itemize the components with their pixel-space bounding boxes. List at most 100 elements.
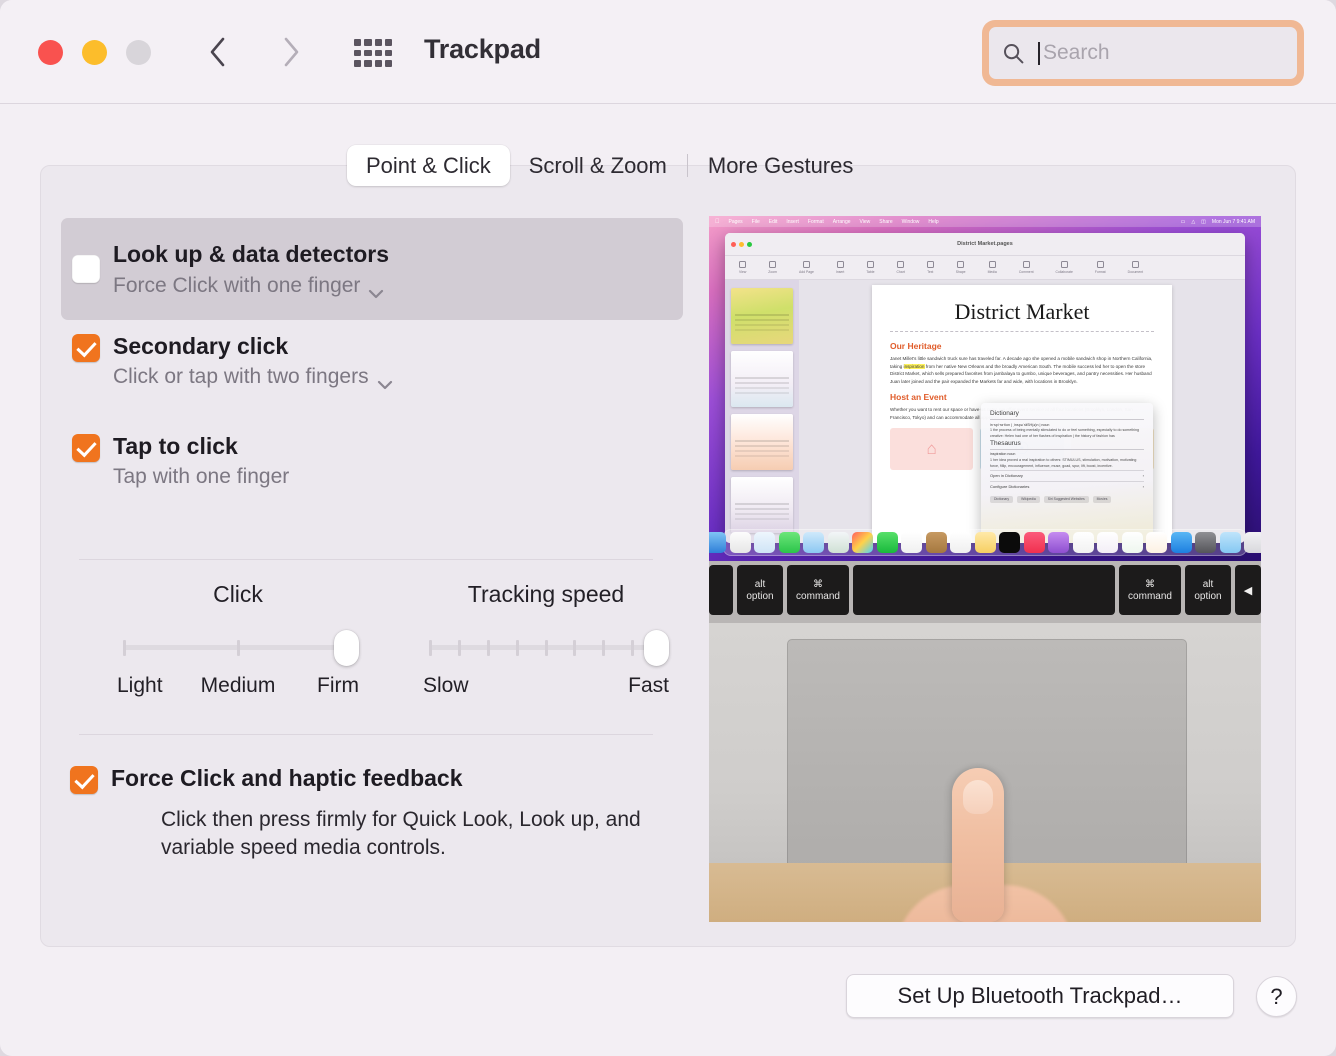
thesaurus-rule [990, 449, 1144, 450]
help-button[interactable]: ? [1256, 976, 1297, 1017]
slider-marks-click: Light Medium Firm [117, 674, 359, 698]
option-look-up-and-data-detectors[interactable]: Look up & data detectors Force Click wit… [61, 218, 683, 320]
chevron-left-icon [209, 37, 226, 67]
key-command-left: ⌘ command [787, 565, 849, 615]
show-all-icon[interactable] [352, 36, 394, 70]
dictionary-tab[interactable]: Movies [1093, 496, 1112, 503]
traffic-lights [38, 40, 151, 65]
dock-icon-maps [828, 532, 849, 553]
dock-icon-messages [779, 532, 800, 553]
preview-document-title: District Market.pages [725, 241, 1245, 247]
menubar-status-items: ▭ △ ◫ Mon Jun 7 9:41 AM [1181, 219, 1255, 225]
divider-top [79, 559, 653, 560]
chevron-right-icon: › [1143, 484, 1144, 489]
zoom-button[interactable] [126, 40, 151, 65]
close-button[interactable] [38, 40, 63, 65]
key-bottom-label: command [796, 591, 840, 602]
search-focus-ring: Search [982, 20, 1304, 86]
toolbar-insert: Insert [836, 261, 844, 274]
menubar-view: View [860, 219, 871, 225]
key-top-label: ⌘ [1145, 579, 1155, 590]
slider-ticks [123, 640, 353, 656]
checkbox-force-click[interactable] [70, 766, 98, 794]
slider-thumb-click[interactable] [334, 630, 359, 666]
battery-icon: ▭ [1181, 219, 1186, 225]
slider-mark-medium: Medium [198, 674, 279, 698]
preview-toolbar: View Zoom Add Page Insert Table Chart Te… [725, 256, 1245, 280]
key-option-left: alt option [737, 565, 783, 615]
dock-icon-news [1073, 532, 1094, 553]
document-heading: District Market [890, 299, 1154, 325]
dock-icon-notes [975, 532, 996, 553]
checkbox-look-up[interactable] [72, 255, 100, 283]
key-top-label: ⌘ [813, 579, 823, 590]
option-subtitle-row[interactable]: Force Click with one finger [113, 274, 389, 298]
key-command-right: ⌘ command [1119, 565, 1181, 615]
dictionary-tab[interactable]: Wikipedia [1017, 496, 1040, 503]
forward-button[interactable] [268, 28, 314, 76]
settings-panel: Look up & data detectors Force Click wit… [40, 165, 1296, 947]
option-subtitle-row[interactable]: Click or tap with two fingers [113, 365, 393, 389]
search-input[interactable]: Search [989, 27, 1297, 79]
dictionary-tab[interactable]: Siri Suggested Websites [1044, 496, 1089, 503]
toolbar-view: View [739, 261, 746, 274]
document-paragraph: Janet Millet's little sandwich truck sur… [890, 355, 1154, 385]
dock-icon-safari [754, 532, 775, 553]
option-text: Tap to click Tap with one finger [111, 434, 289, 489]
toolbar-format: Format [1095, 261, 1106, 274]
option-text: Secondary click Click or tap with two fi… [111, 334, 393, 389]
menubar-format: Format [808, 219, 824, 225]
checkbox-holder [61, 334, 111, 362]
preview-window-titlebar: District Market.pages [725, 233, 1245, 256]
chevron-down-icon [368, 281, 384, 291]
page-thumbnail [731, 351, 793, 407]
tab-more-gestures[interactable]: More Gestures [689, 145, 873, 186]
dock-icon-calendar [901, 532, 922, 553]
document-section-heading: Host an Event [890, 392, 1154, 402]
option-subtitle: Click or tap with two fingers [113, 365, 369, 389]
tab-point-and-click[interactable]: Point & Click [347, 145, 510, 186]
tab-scroll-and-zoom[interactable]: Scroll & Zoom [510, 145, 686, 186]
document-card: ⌂ [890, 428, 973, 470]
back-button[interactable] [194, 28, 240, 76]
dock-icon-music [1024, 532, 1045, 553]
option-title: Secondary click [113, 334, 393, 358]
menubar-help: Help [928, 219, 938, 225]
minimize-button[interactable] [82, 40, 107, 65]
open-in-dictionary-row[interactable]: Open in Dictionary› [990, 470, 1144, 481]
option-tap-to-click[interactable]: Tap to click Tap with one finger [61, 434, 289, 489]
slider-ticks [429, 640, 663, 656]
slider-tracking-speed[interactable] [423, 630, 669, 666]
dictionary-tab[interactable]: Dictionary [990, 496, 1013, 503]
option-secondary-click[interactable]: Secondary click Click or tap with two fi… [61, 334, 393, 389]
titlebar: Trackpad Search [0, 0, 1336, 104]
dictionary-rule [990, 419, 1144, 420]
page-thumbnail [731, 288, 793, 344]
slider-click[interactable] [117, 630, 359, 666]
slider-thumb-tracking-speed[interactable] [644, 630, 669, 666]
configure-dictionaries-row[interactable]: Configure Dictionaries› [990, 481, 1144, 492]
dock-icon-finder [709, 532, 726, 553]
checkbox-secondary-click[interactable] [72, 334, 100, 362]
dock-icon-facetime [877, 532, 898, 553]
toolbar-shape: Shape [956, 261, 966, 274]
preview-pages-window: District Market.pages View Zoom Add Page… [725, 233, 1245, 543]
slider-marks-tracking-speed: Slow Fast [423, 674, 669, 698]
chevron-right-icon: › [1143, 473, 1144, 478]
preview-desktop:  Pages File Edit Insert Format Arrange … [709, 216, 1261, 561]
dictionary-popup: Dictionary in·spi·ra·tion | ˌinspəˈrāSH(… [981, 403, 1153, 543]
set-up-bluetooth-trackpad-button[interactable]: Set Up Bluetooth Trackpad… [846, 974, 1234, 1018]
dock-icon-photos [852, 532, 873, 553]
text-caret [1038, 42, 1040, 65]
slider-group-tracking-speed: Tracking speed Slow Fast [423, 581, 669, 698]
key-bottom-label: option [1194, 591, 1221, 602]
chevron-right-icon [283, 37, 300, 67]
thesaurus-body: 1 her idea proved a real inspiration to … [990, 458, 1144, 470]
key-arrow-left: ◀ [1235, 565, 1261, 615]
checkbox-tap-to-click[interactable] [72, 434, 100, 462]
option-text: Look up & data detectors Force Click wit… [111, 242, 389, 297]
chevron-down-icon [377, 372, 393, 382]
checkbox-holder [59, 766, 109, 794]
fingernail [963, 780, 993, 814]
option-force-click[interactable]: Force Click and haptic feedback [59, 766, 463, 794]
